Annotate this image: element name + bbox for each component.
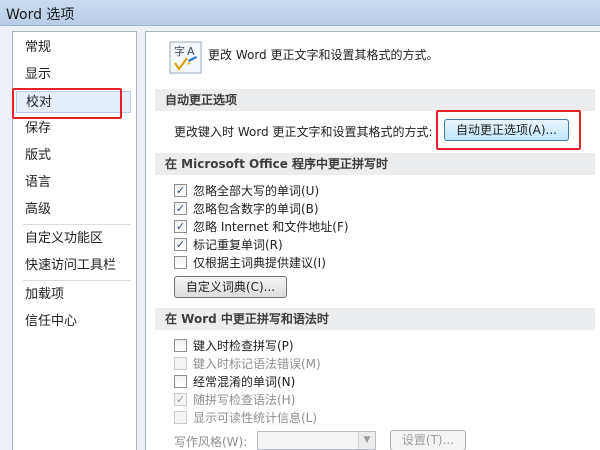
checkbox-checked[interactable]: ✓: [174, 202, 187, 215]
header-text: 更改 Word 更正文字和设置其格式的方式。: [208, 48, 439, 62]
sidebar-item-general[interactable]: 常规: [25, 37, 51, 59]
svg-text:A: A: [187, 45, 195, 58]
options-sidebar: 常规 显示 校对 保存 版式 语言 高级 自定义功能区 快速访问工具栏 加载项 …: [12, 31, 137, 450]
checkbox-unchecked: [174, 411, 187, 424]
checkbox-unchecked: [174, 357, 187, 370]
checkbox-checked[interactable]: ✓: [174, 238, 187, 251]
checkbox-unchecked[interactable]: [174, 339, 187, 352]
sidebar-divider: [23, 224, 131, 225]
sidebar-item-quick-access-toolbar[interactable]: 快速访问工具栏: [25, 255, 116, 277]
sidebar-item-layout[interactable]: 版式: [25, 145, 51, 167]
checkbox-checked[interactable]: ✓: [174, 184, 187, 197]
custom-dictionaries-button[interactable]: 自定义词典(C)...: [174, 276, 287, 298]
sidebar-item-display[interactable]: 显示: [25, 64, 51, 86]
title-bar: Word 选项: [0, 0, 600, 26]
writing-style-settings-button: 设置(T)...: [390, 430, 466, 450]
sidebar-divider: [23, 280, 131, 281]
proofing-panel: 字 A 更改 Word 更正文字和设置其格式的方式。 自动更正选项 更改键入时 …: [145, 31, 600, 450]
checkbox-checked: ✓: [174, 393, 187, 406]
sidebar-item-trust-center[interactable]: 信任中心: [25, 311, 77, 333]
chevron-down-icon: ▼: [358, 432, 375, 449]
spell-check-icon: 字 A: [169, 41, 202, 74]
sidebar-item-advanced[interactable]: 高级: [25, 199, 51, 221]
checkbox-checked[interactable]: ✓: [174, 220, 187, 233]
writing-style-label: 写作风格(W):: [174, 435, 248, 449]
section-header-word-spelling-grammar: 在 Word 中更正拼写和语法时: [155, 308, 595, 330]
sidebar-item-language[interactable]: 语言: [25, 172, 51, 194]
section-header-office-spelling: 在 Microsoft Office 程序中更正拼写时: [155, 153, 595, 175]
checkbox-unchecked[interactable]: [174, 375, 187, 388]
sidebar-item-customize-ribbon[interactable]: 自定义功能区: [25, 228, 103, 250]
autocorrect-description: 更改键入时 Word 更正文字和设置其格式的方式:: [174, 125, 433, 139]
svg-text:字: 字: [174, 44, 185, 58]
autocorrect-options-button[interactable]: 自动更正选项(A)...: [444, 119, 569, 141]
sidebar-item-proofing[interactable]: 校对: [16, 91, 131, 113]
window-title: Word 选项: [6, 7, 75, 23]
sidebar-item-save[interactable]: 保存: [25, 118, 51, 140]
sidebar-item-add-ins[interactable]: 加载项: [25, 284, 64, 306]
section-header-autocorrect: 自动更正选项: [155, 89, 595, 111]
writing-style-select: ▼: [257, 431, 376, 450]
checkbox-unchecked[interactable]: [174, 256, 187, 269]
